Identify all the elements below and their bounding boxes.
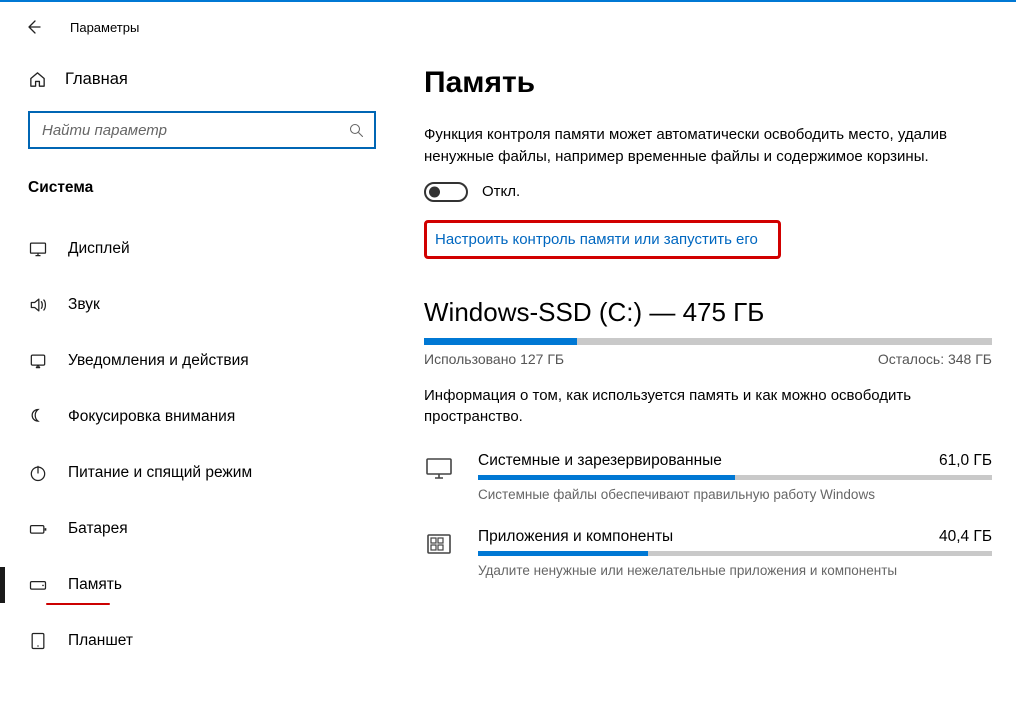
sidebar-item-battery[interactable]: Батарея xyxy=(0,501,400,557)
storage-category-system[interactable]: Системные и зарезервированные 61,0 ГБ Сист… xyxy=(424,444,992,520)
storage-category-apps[interactable]: Приложения и компоненты 40,4 ГБ Удалите не… xyxy=(424,520,992,596)
sidebar-item-label: Фокусировка внимания xyxy=(68,408,235,426)
drive-usage-fill xyxy=(424,338,577,345)
storage-icon xyxy=(28,575,48,595)
home-icon xyxy=(28,70,47,89)
titlebar: Параметры xyxy=(0,10,400,44)
category-name: Системные и зарезервированные xyxy=(478,452,722,470)
search-input-container[interactable] xyxy=(28,111,376,149)
battery-icon xyxy=(28,519,48,539)
search-icon xyxy=(349,123,364,138)
sidebar-item-label: Планшет xyxy=(68,632,133,650)
configure-storage-sense-link[interactable]: Настроить контроль памяти или запустить … xyxy=(435,231,758,248)
category-bar xyxy=(478,475,992,480)
sidebar-item-focus[interactable]: Фокусировка внимания xyxy=(0,389,400,445)
sidebar-home-label: Главная xyxy=(65,70,128,89)
drive-usage-bar xyxy=(424,338,992,345)
sidebar-item-sound[interactable]: Звук xyxy=(0,277,400,333)
category-size: 61,0 ГБ xyxy=(939,452,992,470)
sidebar-item-label: Уведомления и действия xyxy=(68,352,249,370)
display-icon xyxy=(28,239,48,259)
page-title: Память xyxy=(424,66,992,100)
sidebar: Параметры Главная Система Дисплей Звук Уве… xyxy=(0,2,400,718)
drive-title: Windows-SSD (C:) — 475 ГБ xyxy=(424,297,992,328)
category-size: 40,4 ГБ xyxy=(939,528,992,546)
search-input[interactable] xyxy=(40,121,343,140)
sidebar-item-notify[interactable]: Уведомления и действия xyxy=(0,333,400,389)
sidebar-item-storage[interactable]: Память xyxy=(0,557,400,613)
category-bar xyxy=(478,551,992,556)
sidebar-item-label: Память xyxy=(68,576,122,594)
window-title: Параметры xyxy=(70,20,139,35)
focus-icon xyxy=(28,407,48,427)
category-name: Приложения и компоненты xyxy=(478,528,673,546)
drive-info: Информация о том, как используется памят… xyxy=(424,385,992,429)
highlight-box: Настроить контроль памяти или запустить … xyxy=(424,220,781,259)
content-area: Память Функция контроля памяти может авт… xyxy=(400,2,1016,718)
toggle-state-label: Откл. xyxy=(482,183,520,200)
category-bar-fill xyxy=(478,475,735,480)
sidebar-nav-list: Дисплей Звук Уведомления и действия Фокусир… xyxy=(0,221,400,669)
drive-usage-labels: Использовано 127 ГБ Осталось: 348 ГБ xyxy=(424,351,992,367)
tablet-icon xyxy=(28,631,48,651)
storage-sense-toggle[interactable] xyxy=(424,182,468,202)
sidebar-item-label: Питание и спящий режим xyxy=(68,464,252,482)
apps-icon xyxy=(424,531,454,557)
back-button[interactable] xyxy=(22,16,44,38)
arrow-left-icon xyxy=(25,19,41,35)
drive-free-label: Осталось: 348 ГБ xyxy=(878,351,992,367)
storage-sense-toggle-row: Откл. xyxy=(424,182,992,202)
sidebar-item-power[interactable]: Питание и спящий режим xyxy=(0,445,400,501)
storage-sense-description: Функция контроля памяти может автоматиче… xyxy=(424,124,992,168)
sidebar-item-label: Звук xyxy=(68,296,100,314)
sidebar-item-label: Дисплей xyxy=(68,240,130,258)
notify-icon xyxy=(28,351,48,371)
system-icon xyxy=(424,455,454,481)
category-bar-fill xyxy=(478,551,648,556)
sidebar-item-label: Батарея xyxy=(68,520,128,538)
power-icon xyxy=(28,463,48,483)
category-subtext: Системные файлы обеспечивают правильную … xyxy=(478,487,992,502)
sidebar-item-display[interactable]: Дисплей xyxy=(0,221,400,277)
selected-underline xyxy=(46,603,110,605)
sidebar-item-tablet[interactable]: Планшет xyxy=(0,613,400,669)
sound-icon xyxy=(28,295,48,315)
category-subtext: Удалите ненужные или нежелательные прило… xyxy=(478,563,992,578)
drive-used-label: Использовано 127 ГБ xyxy=(424,351,564,367)
sidebar-category-label: Система xyxy=(0,153,400,203)
sidebar-home[interactable]: Главная xyxy=(0,44,400,107)
